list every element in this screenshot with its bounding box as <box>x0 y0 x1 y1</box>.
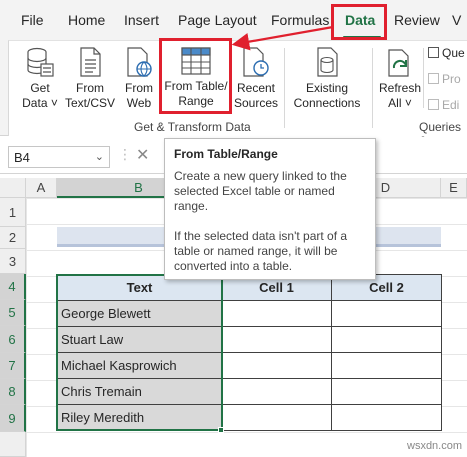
row-header-6[interactable]: 6 <box>0 326 26 353</box>
web-page-icon <box>127 47 152 77</box>
recent-sources-label-1: Recent <box>236 81 276 95</box>
menu-review[interactable]: Review <box>394 12 440 28</box>
empty-cell[interactable] <box>331 300 442 327</box>
from-text-csv-label-1: From <box>76 81 104 95</box>
text-file-icon <box>80 47 101 77</box>
tooltip-title: From Table/Range <box>174 147 278 161</box>
recent-sources-icon <box>243 47 269 77</box>
row-header-8[interactable]: 8 <box>0 379 26 405</box>
table-row: George Blewett <box>57 300 442 327</box>
edit-links-button[interactable]: Edi <box>428 98 459 112</box>
formula-bar-grip-icon: ⋮ <box>118 146 132 162</box>
refresh-icon <box>388 49 409 77</box>
row-header-7[interactable]: 7 <box>0 353 26 379</box>
name-box[interactable]: B4 ⌄ <box>8 146 110 168</box>
existing-connections-label-2: Connections <box>293 96 361 110</box>
name-cell[interactable]: George Blewett <box>57 300 222 327</box>
empty-cell[interactable] <box>221 300 332 327</box>
table-row: Chris Tremain <box>57 378 442 405</box>
menu-view[interactable]: V <box>452 12 461 28</box>
menu-file[interactable]: File <box>21 12 44 28</box>
name-cell[interactable]: Michael Kasprowich <box>57 352 222 379</box>
watermark: wsxdn.com <box>407 440 463 452</box>
edit-links-icon <box>428 99 439 110</box>
from-text-csv-button[interactable]: From Text/CSV <box>64 46 116 111</box>
row-header-4[interactable]: 4 <box>0 274 26 300</box>
refresh-all-label-1: Refresh <box>378 81 422 95</box>
menu-bar: File Home Insert Page Layout Formulas Da… <box>0 0 467 40</box>
database-icon <box>27 47 54 77</box>
existing-connections-label-1: Existing <box>305 81 349 95</box>
select-all-corner[interactable] <box>0 178 26 198</box>
get-data-label-1: Get <box>30 81 50 95</box>
menu-home[interactable]: Home <box>68 12 105 28</box>
empty-cell[interactable] <box>221 352 332 379</box>
from-web-button[interactable]: From Web <box>120 46 158 111</box>
empty-cell[interactable] <box>331 352 442 379</box>
table-row: Michael Kasprowich <box>57 352 442 379</box>
name-cell[interactable]: Chris Tremain <box>57 378 222 405</box>
column-header-a[interactable]: A <box>26 178 57 198</box>
from-table-range-tooltip: From Table/Range Create a new query link… <box>164 138 376 280</box>
fill-handle[interactable] <box>218 427 224 433</box>
queries-connections-button[interactable]: Que <box>428 46 465 60</box>
ribbon-separator <box>372 48 373 128</box>
recent-sources-button[interactable]: Recent Sources <box>232 46 280 111</box>
table-row: Stuart Law <box>57 326 442 353</box>
name-box-value: B4 <box>14 150 30 165</box>
empty-cell[interactable] <box>221 404 332 431</box>
empty-cell[interactable] <box>331 326 442 353</box>
name-cell[interactable]: Riley Meredith <box>57 404 222 431</box>
menu-formulas[interactable]: Formulas <box>271 12 329 28</box>
empty-cell[interactable] <box>331 404 442 431</box>
row-header-3[interactable]: 3 <box>0 249 26 274</box>
queries-icon <box>428 47 439 58</box>
cancel-icon[interactable]: ✕ <box>136 145 149 165</box>
row-header-blank <box>0 432 26 457</box>
column-header-e[interactable]: E <box>441 178 467 198</box>
edit-links-label: Edi <box>442 98 460 112</box>
row-header-9[interactable]: 9 <box>0 405 26 432</box>
ribbon-separator <box>284 48 285 128</box>
empty-cell[interactable] <box>221 378 332 405</box>
get-data-label-2: Data ˅ <box>22 96 58 110</box>
recent-sources-label-2: Sources <box>233 96 279 110</box>
table-row: Riley Meredith <box>57 404 442 431</box>
from-web-label-2: Web <box>126 96 152 110</box>
row-header-1[interactable]: 1 <box>0 198 26 227</box>
data-tab-highlight <box>331 4 387 40</box>
data-table: Text Cell 1 Cell 2 George Blewett Stuart… <box>57 274 442 431</box>
empty-cell[interactable] <box>221 326 332 353</box>
name-cell[interactable]: Stuart Law <box>57 326 222 353</box>
refresh-all-button[interactable]: Refresh All ˅ <box>377 46 423 111</box>
row-header-5[interactable]: 5 <box>0 300 26 326</box>
from-text-csv-label-2: Text/CSV <box>64 96 115 110</box>
get-data-button[interactable]: Get Data ˅ <box>18 46 62 111</box>
chevron-down-icon[interactable]: ⌄ <box>95 150 104 163</box>
existing-connections-icon <box>317 47 338 77</box>
properties-icon <box>428 73 439 84</box>
menu-page-layout[interactable]: Page Layout <box>178 12 257 28</box>
tooltip-paragraph-2: If the selected data isn't part of a tab… <box>174 229 348 273</box>
get-transform-group-label: Get & Transform Data <box>134 120 251 134</box>
menu-insert[interactable]: Insert <box>124 12 159 28</box>
empty-cell[interactable] <box>331 378 442 405</box>
queries-label: Que <box>442 46 465 60</box>
existing-connections-button[interactable]: Existing Connections <box>288 46 366 111</box>
refresh-all-label-2: All ˅ <box>388 96 412 110</box>
row-header-2[interactable]: 2 <box>0 227 26 249</box>
properties-label: Pro <box>442 72 461 86</box>
tooltip-paragraph-1: Create a new query linked to the selecte… <box>174 169 347 213</box>
from-web-label-1: From <box>125 81 153 95</box>
from-table-range-highlight <box>159 38 232 114</box>
properties-button[interactable]: Pro <box>428 72 461 86</box>
ribbon-separator <box>423 48 424 108</box>
